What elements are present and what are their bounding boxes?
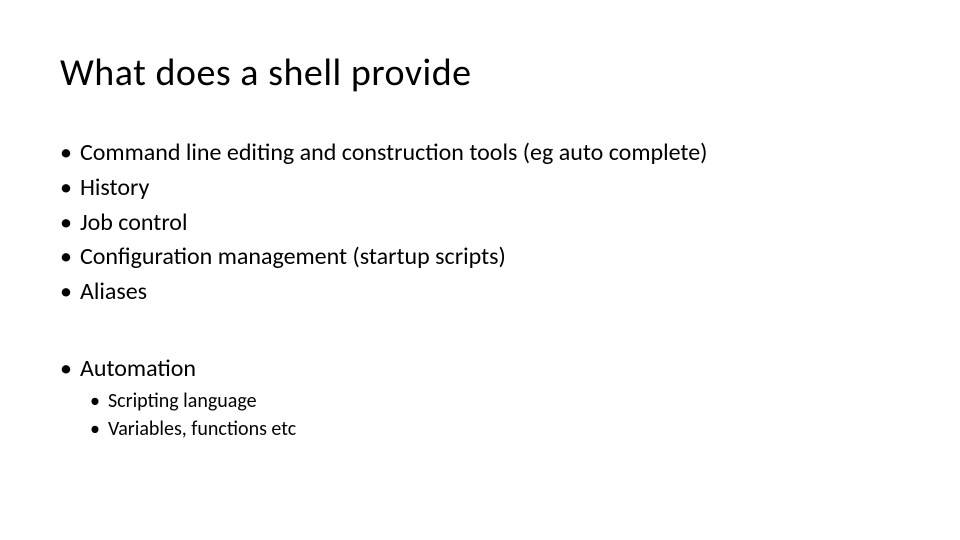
list-item: • Automation [60, 352, 900, 387]
bullet-icon: • [60, 206, 72, 241]
slide-title: What does a shell provide [60, 50, 900, 96]
list-item-text: History [80, 171, 149, 206]
list-item-text: Job control [80, 206, 188, 241]
bullet-icon: • [60, 240, 72, 275]
sub-list-item-text: Variables, functions etc [108, 415, 296, 443]
list-item-text: Aliases [80, 275, 147, 310]
sub-list-item: • Scripting language [90, 387, 900, 415]
bullet-icon: • [90, 387, 100, 415]
sub-list-item-text: Scripting language [108, 387, 257, 415]
bullet-group-2: • Automation • Scripting language • Vari… [60, 352, 900, 443]
list-item: • Command line editing and construction … [60, 136, 900, 171]
list-item-text: Automation [80, 352, 196, 387]
list-item-text: Command line editing and construction to… [80, 136, 707, 171]
list-item: • Configuration management (startup scri… [60, 240, 900, 275]
bullet-group-1: • Command line editing and construction … [60, 136, 900, 310]
list-item: • Aliases [60, 275, 900, 310]
list-item-text: Configuration management (startup script… [80, 240, 506, 275]
bullet-icon: • [60, 171, 72, 206]
list-item: • Job control [60, 206, 900, 241]
bullet-icon: • [60, 136, 72, 171]
bullet-icon: • [60, 275, 72, 310]
bullet-icon: • [90, 415, 100, 443]
slide: What does a shell provide • Command line… [0, 0, 960, 443]
list-item: • History [60, 171, 900, 206]
bullet-icon: • [60, 352, 72, 387]
sub-list-item: • Variables, functions etc [90, 415, 900, 443]
